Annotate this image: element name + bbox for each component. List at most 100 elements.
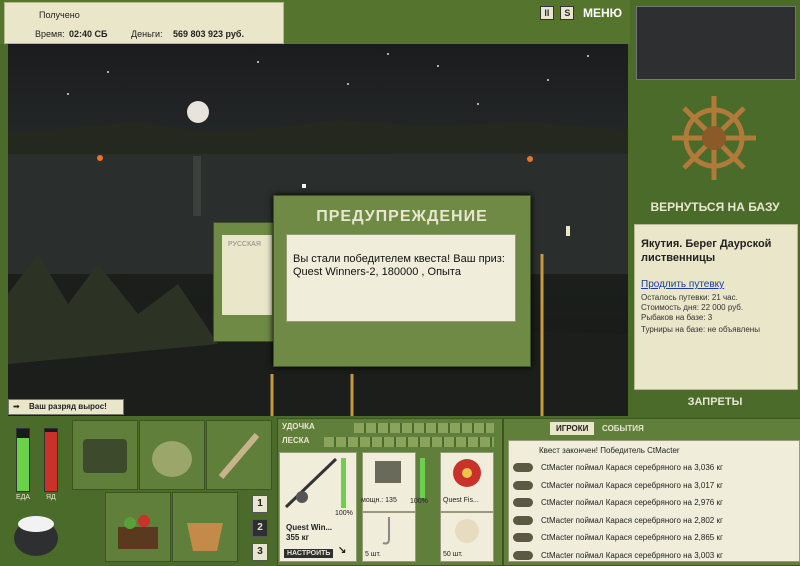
rank-notice: ➡ Ваш разряд вырос! xyxy=(8,399,124,415)
chat-log: Квест закончен! Победитель CtMacter CtMa… xyxy=(508,440,800,562)
top-controls: II S МЕНЮ xyxy=(536,6,622,20)
chat-line-text: CtMacter поймал Карася серебряного на 3,… xyxy=(541,480,723,490)
tackle-box-icon xyxy=(83,439,127,473)
bag-page-1-button[interactable]: 1 xyxy=(252,495,268,513)
trip-left: Осталось путевки: 21 час. xyxy=(641,293,738,302)
hook-card[interactable]: 5 шт. xyxy=(362,512,416,562)
tournaments: Турниры на базе: не объявлены xyxy=(641,325,760,334)
info-panel: Получено Время: 02:40 СБ Деньги: 569 803… xyxy=(4,2,284,44)
chat-line: CtMacter поймал Карася серебряного на 2,… xyxy=(513,533,723,543)
day-cost: Стоимость дня: 22 000 руб. xyxy=(641,303,744,312)
location-name: Якутия. Берег Даурской лиственницы xyxy=(641,238,772,264)
quest-complete-message: Квест закончен! Победитель CtMacter xyxy=(539,446,680,455)
reel-power: мощн.: 135 xyxy=(361,497,397,504)
time-label: Время: xyxy=(35,29,65,39)
chat-line: CtMacter поймал Карася серебряного на 2,… xyxy=(513,498,723,508)
tab-events[interactable]: СОБЫТИЯ xyxy=(596,422,650,435)
bobber-icon xyxy=(566,226,570,236)
bans-button[interactable]: ЗАПРЕТЫ xyxy=(630,396,800,408)
fishers-count: Рыбаков на базе: 3 xyxy=(641,313,713,322)
extend-trip-link[interactable]: Продлить путевку xyxy=(641,279,724,290)
poison-gauge xyxy=(44,428,58,492)
tab-players[interactable]: ИГРОКИ xyxy=(550,422,595,435)
chat-line: CtMacter поймал Карася серебряного на 3,… xyxy=(513,463,723,473)
menu-button[interactable]: МЕНЮ xyxy=(583,6,622,20)
line-tension-bar xyxy=(324,437,494,447)
rank-notice-text: Ваш разряд вырос! xyxy=(29,402,107,411)
background-dialog: РУССКАЯ xyxy=(213,222,277,342)
pause-button[interactable]: II xyxy=(539,6,554,20)
background-dialog-body: РУССКАЯ xyxy=(222,235,272,315)
tackle-box-slot[interactable] xyxy=(72,420,138,490)
bucket-icon xyxy=(187,523,223,551)
bait-count: 50 шт. xyxy=(443,551,463,558)
rod-percent: 100% xyxy=(335,510,353,517)
hook-count: 5 шт. xyxy=(365,551,381,558)
cauldron-icon[interactable] xyxy=(10,508,62,560)
line-name: Quest Fis... xyxy=(443,497,479,504)
moon-icon xyxy=(187,101,209,123)
rod-label: УДОЧКА xyxy=(282,422,315,431)
fish-icon xyxy=(513,480,533,490)
bag-slot[interactable] xyxy=(139,420,205,490)
right-panel: ВЕРНУТЬСЯ НА БАЗУ Якутия. Берег Даурской… xyxy=(630,0,800,416)
fish-icon xyxy=(513,533,533,543)
ship-wheel-icon[interactable] xyxy=(668,92,760,184)
fish-icon xyxy=(513,498,533,508)
chat-line: CtMacter поймал Карася серебряного на 2,… xyxy=(513,516,723,525)
bag-icon xyxy=(152,441,192,477)
basket-icon xyxy=(118,515,158,549)
bucket-slot[interactable] xyxy=(172,492,238,562)
time-value: 02:40 СБ xyxy=(69,29,108,39)
dialog-message-line1: Вы стали победителем квеста! Ваш приз: xyxy=(293,253,505,265)
line-card[interactable]: Quest Fis... xyxy=(440,452,494,512)
bait-card[interactable]: 50 шт. xyxy=(440,512,494,562)
dialog-message-line2: Quest Winners-2, 180000 , Опыта xyxy=(293,266,461,278)
chat-line: CtMacter поймал Карася серебряного на 3,… xyxy=(513,481,723,490)
chat-line: CtMacter поймал Карася серебряного на 3,… xyxy=(513,551,723,560)
setup-button[interactable]: НАСТРОИТЬ xyxy=(284,549,334,558)
dialog-title: ПРЕДУПРЕЖДЕНИЕ xyxy=(316,208,488,225)
feather-icon xyxy=(218,433,260,479)
rod-name: Quest Win... xyxy=(286,523,333,532)
fish-icon xyxy=(513,463,533,473)
bag-page-3-button[interactable]: 3 xyxy=(252,543,268,561)
bait-icon xyxy=(455,519,479,543)
campfire-icon xyxy=(527,156,533,162)
bag-page-2-button[interactable]: 2 xyxy=(252,519,268,537)
chat-line-text: CtMacter поймал Карася серебряного на 3,… xyxy=(541,463,723,472)
dialog-message: Вы стали победителем квеста! Ваш приз: Q… xyxy=(286,234,516,322)
food-basket-slot[interactable] xyxy=(105,492,171,562)
fish-icon xyxy=(513,550,533,560)
money-value: 569 803 923 руб. xyxy=(173,29,244,39)
rod-tension-bar xyxy=(354,423,494,433)
reel-percent: 100% xyxy=(410,498,428,505)
fish-icon xyxy=(513,515,533,525)
line-spool-icon xyxy=(453,459,481,487)
arrow-icon: ➡ xyxy=(13,402,20,411)
poison-gauge-fill xyxy=(45,432,57,491)
map-slot[interactable] xyxy=(206,420,272,490)
chat-line-text: CtMacter поймал Карася серебряного на 2,… xyxy=(541,533,723,542)
minimap-box xyxy=(636,6,796,80)
return-to-base-button[interactable]: ВЕРНУТЬСЯ НА БАЗУ xyxy=(630,200,800,214)
hook-icon xyxy=(382,517,390,545)
arrow-down-right-icon: ↘ xyxy=(338,545,347,556)
campfire-icon xyxy=(97,155,103,161)
food-label: ЕДА xyxy=(16,494,31,501)
rod-durability-bar xyxy=(341,458,346,508)
rod-weight: 355 кг xyxy=(286,533,309,542)
reel-icon xyxy=(375,461,401,483)
poison-label: ЯД xyxy=(46,494,56,501)
sound-button[interactable]: S xyxy=(560,6,575,20)
food-gauge xyxy=(16,428,30,492)
line-label: ЛЕСКА xyxy=(282,436,310,445)
chat-line-text: CtMacter поймал Карася серебряного на 2,… xyxy=(541,498,723,507)
reel-card[interactable]: мощн.: 135 xyxy=(361,452,416,512)
reel-durability-bar xyxy=(420,458,425,498)
background-dialog-label: РУССКАЯ xyxy=(228,241,261,248)
warning-dialog: ПРЕДУПРЕЖДЕНИЕ Вы стали победителем квес… xyxy=(273,195,531,367)
location-info: Якутия. Берег Даурской лиственницы Продл… xyxy=(634,224,798,390)
chat-line-text: CtMacter поймал Карася серебряного на 2,… xyxy=(541,515,723,525)
food-gauge-fill xyxy=(17,438,29,491)
